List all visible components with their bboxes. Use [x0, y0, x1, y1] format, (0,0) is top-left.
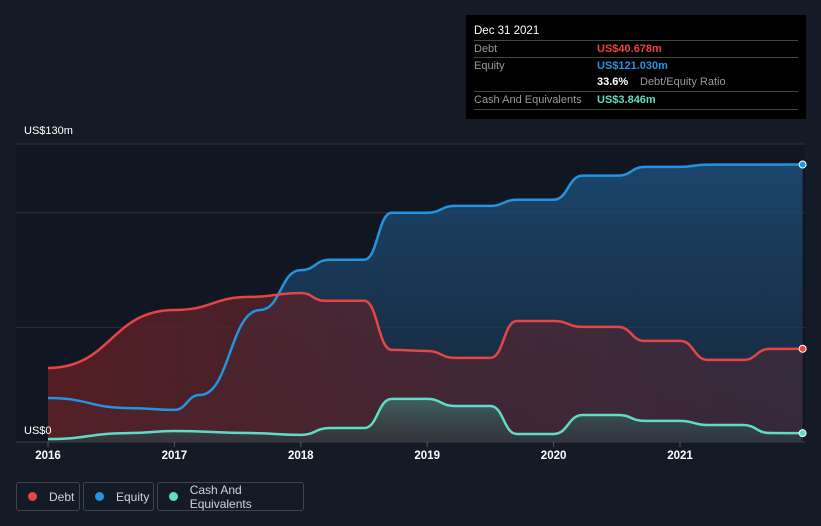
debt-value: US$40.678m: [597, 43, 662, 55]
tooltip: Dec 31 2021 Debt US$40.678m Equity US$121.…: [466, 15, 806, 119]
y-tick-label: US$130m: [24, 125, 73, 137]
legend-debt[interactable]: Debt: [16, 482, 80, 511]
tooltip-cash-row: Cash And Equivalents US$3.846m: [474, 91, 798, 110]
equity-end-point: [798, 160, 807, 169]
equity-dot-icon: [95, 492, 104, 501]
legend-equity[interactable]: Equity: [83, 482, 154, 511]
legend-label: Cash And Equivalents: [189, 482, 252, 511]
x-tick-label: 2019: [414, 450, 440, 462]
debt-label: Debt: [474, 43, 498, 55]
tooltip-date: Dec 31 2021: [474, 25, 540, 37]
cash-value: US$3.846m: [597, 94, 656, 106]
equity-value: US$121.030m: [597, 60, 668, 72]
x-tick-label: 2020: [540, 450, 567, 462]
ratio-value: 33.6%: [597, 76, 629, 88]
equity-label: Equity: [474, 60, 505, 72]
legend-cash[interactable]: Cash And Equivalents: [157, 482, 304, 511]
x-tick-label: 2016: [35, 450, 61, 462]
x-tick-label: 2021: [667, 450, 693, 462]
legend-label: Debt: [49, 489, 75, 504]
cash-dot-icon: [169, 492, 178, 501]
legend-label: Equity: [116, 489, 150, 504]
ratio-label: Debt/Equity Ratio: [640, 76, 726, 88]
debt-end-point: [798, 344, 807, 353]
x-tick-label: 2017: [161, 450, 188, 462]
tooltip-debt-row: Debt US$40.678m: [474, 40, 798, 58]
tooltip-ratio-row: 33.6% Debt/Equity Ratio: [474, 74, 798, 91]
cash-label: Cash And Equivalents: [474, 94, 582, 106]
y-tick-label: US$0: [24, 425, 52, 437]
cash-end-point: [798, 429, 807, 438]
debt-dot-icon: [28, 492, 37, 501]
x-tick-label: 2018: [288, 450, 314, 462]
tooltip-equity-row: Equity US$121.030m: [474, 57, 798, 75]
